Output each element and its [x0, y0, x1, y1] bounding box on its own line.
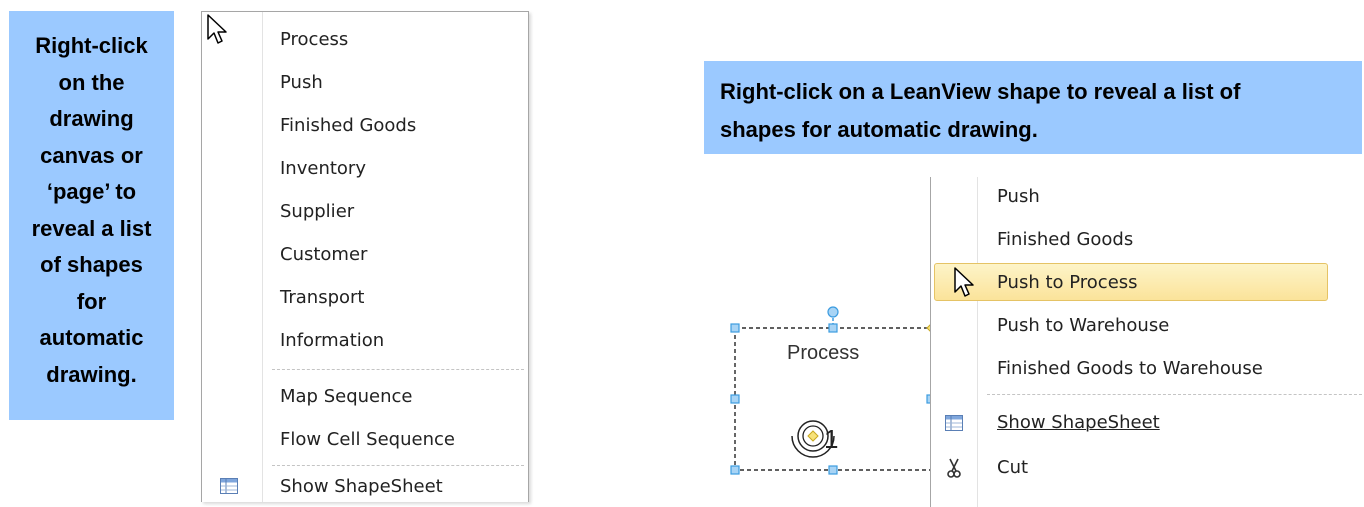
process-shape[interactable]: [720, 260, 950, 496]
callout-line: drawing: [49, 106, 134, 131]
page-context-menu: Process Push Finished Goods Inventory Su…: [201, 11, 529, 502]
callout-line: drawing.: [46, 361, 137, 387]
menu-item-customer[interactable]: Customer: [280, 237, 367, 273]
table-icon: [945, 415, 963, 431]
menu-item-push[interactable]: Push: [997, 179, 1040, 215]
arrow-cursor-icon: [207, 14, 227, 44]
menu-icon-gutter: [977, 177, 978, 507]
menu-separator: [272, 369, 524, 370]
menu-item-map-sequence[interactable]: Map Sequence: [280, 379, 413, 415]
callout-line: ‘page’ to: [46, 179, 137, 204]
menu-item-push-to-process[interactable]: Push to Process: [997, 265, 1138, 301]
callout-line: on the: [58, 69, 125, 95]
callout-line: reveal a list: [31, 215, 152, 241]
menu-icon-gutter: [262, 12, 263, 502]
callout-line: canvas or: [40, 142, 143, 168]
menu-item-inventory[interactable]: Inventory: [280, 151, 366, 187]
menu-item-flow-cell-sequence[interactable]: Flow Cell Sequence: [280, 422, 455, 458]
menu-item-push-to-warehouse[interactable]: Push to Warehouse: [997, 308, 1169, 344]
callout-line: Right-click: [35, 33, 148, 58]
menu-item-finished-goods-to-warehouse[interactable]: Finished Goods to Warehouse: [997, 351, 1263, 387]
rotation-handle[interactable]: [827, 306, 839, 318]
callout-line: Right-click on a LeanView shape to revea…: [720, 79, 1241, 104]
shape-context-menu: Push Finished Goods Push to Process Push…: [930, 177, 1364, 507]
menu-separator: [987, 394, 1364, 395]
menu-item-cut[interactable]: Cut: [997, 450, 1028, 486]
callout-line: for: [76, 288, 107, 314]
left-instruction-callout: Right-click on the drawing canvas or ‘pa…: [9, 11, 174, 420]
right-instruction-callout: Right-click on a LeanView shape to revea…: [704, 61, 1362, 154]
menu-item-show-shapesheet[interactable]: Show ShapeSheet: [280, 469, 443, 505]
menu-item-information[interactable]: Information: [280, 323, 384, 359]
shape-number: 1: [824, 424, 839, 454]
table-icon: [220, 478, 238, 494]
callout-line: automatic: [39, 325, 144, 350]
menu-item-process[interactable]: Process: [280, 22, 348, 58]
menu-item-supplier[interactable]: Supplier: [280, 194, 354, 230]
menu-item-finished-goods[interactable]: Finished Goods: [997, 222, 1133, 258]
menu-separator: [272, 465, 524, 466]
menu-item-transport[interactable]: Transport: [280, 280, 364, 316]
menu-item-show-shapesheet[interactable]: Show ShapeSheet: [997, 405, 1160, 441]
arrow-cursor-icon: [954, 267, 974, 297]
menu-item-finished-goods[interactable]: Finished Goods: [280, 108, 416, 144]
callout-line: shapes for automatic drawing.: [720, 117, 1038, 142]
shape-label: Process: [787, 342, 860, 364]
menu-item-push[interactable]: Push: [280, 65, 323, 101]
scissors-icon: [947, 458, 961, 478]
callout-line: of shapes: [40, 252, 143, 277]
